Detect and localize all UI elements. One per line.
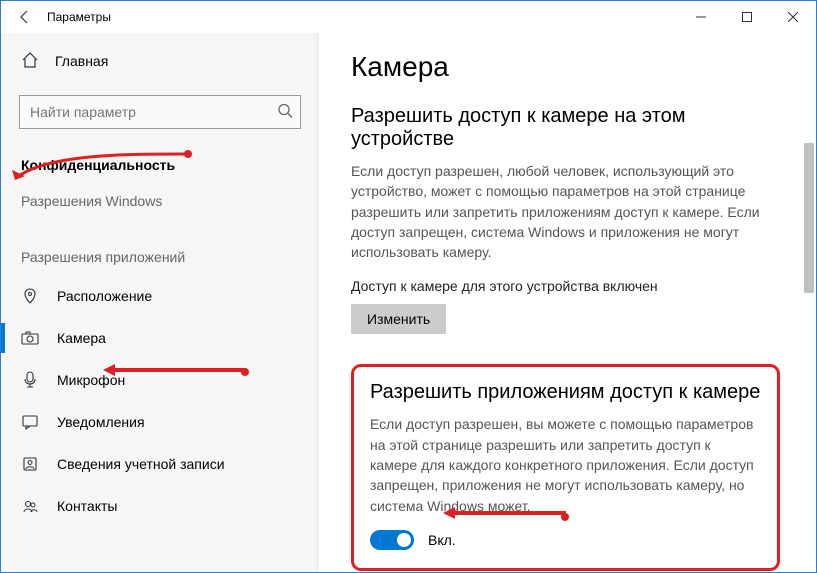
sidebar: Главная Конфиденциальность Разрешения Wi… <box>1 33 319 572</box>
allow-apps-access-body: Если доступ разрешен, вы можете с помощь… <box>370 414 761 515</box>
toggle-label: Вкл. <box>428 532 456 548</box>
location-icon <box>21 287 39 305</box>
sidebar-item-camera[interactable]: Камера <box>1 317 319 359</box>
sidebar-label: Расположение <box>57 288 152 304</box>
sidebar-item-contacts[interactable]: Контакты <box>1 485 319 527</box>
sidebar-label: Сведения учетной записи <box>57 456 225 472</box>
sidebar-label: Микрофон <box>57 372 125 388</box>
sidebar-item-account-info[interactable]: Сведения учетной записи <box>1 443 319 485</box>
subsection-windows-permissions[interactable]: Разрешения Windows <box>1 183 319 219</box>
search-icon <box>277 103 293 122</box>
camera-icon <box>21 329 39 347</box>
sidebar-label: Камера <box>57 330 106 346</box>
minimize-button[interactable] <box>678 1 724 33</box>
account-icon <box>21 455 39 473</box>
sidebar-item-notifications[interactable]: Уведомления <box>1 401 319 443</box>
window-title: Параметры <box>47 10 111 24</box>
search-input[interactable] <box>19 95 301 129</box>
allow-device-access-body: Если доступ разрешен, любой человек, исп… <box>351 161 780 262</box>
maximize-button[interactable] <box>724 1 770 33</box>
allow-device-access-title: Разрешить доступ к камере на этом устрой… <box>351 105 780 151</box>
sidebar-item-microphone[interactable]: Микрофон <box>1 359 319 401</box>
page-title: Камера <box>351 51 780 83</box>
sidebar-label: Уведомления <box>57 414 145 430</box>
close-button[interactable] <box>770 1 816 33</box>
home-label: Главная <box>55 53 108 69</box>
contacts-icon <box>21 497 39 515</box>
section-privacy: Конфиденциальность <box>1 143 319 183</box>
subsection-app-permissions: Разрешения приложений <box>1 239 319 275</box>
device-access-status: Доступ к камере для этого устройства вкл… <box>351 278 780 294</box>
home-nav[interactable]: Главная <box>1 41 319 81</box>
change-button[interactable]: Изменить <box>351 304 446 334</box>
apps-access-toggle[interactable] <box>370 530 414 550</box>
home-icon <box>21 51 39 72</box>
titlebar: Параметры <box>1 1 816 33</box>
back-button[interactable] <box>7 1 43 33</box>
scrollbar[interactable] <box>804 143 814 293</box>
notifications-icon <box>21 413 39 431</box>
microphone-icon <box>21 371 39 389</box>
sidebar-label: Контакты <box>57 498 117 514</box>
sidebar-item-location[interactable]: Расположение <box>1 275 319 317</box>
main-content: Камера Разрешить доступ к камере на этом… <box>319 33 816 572</box>
annotation-box: Разрешить приложениям доступ к камере Ес… <box>351 364 780 570</box>
allow-apps-access-title: Разрешить приложениям доступ к камере <box>370 381 761 404</box>
